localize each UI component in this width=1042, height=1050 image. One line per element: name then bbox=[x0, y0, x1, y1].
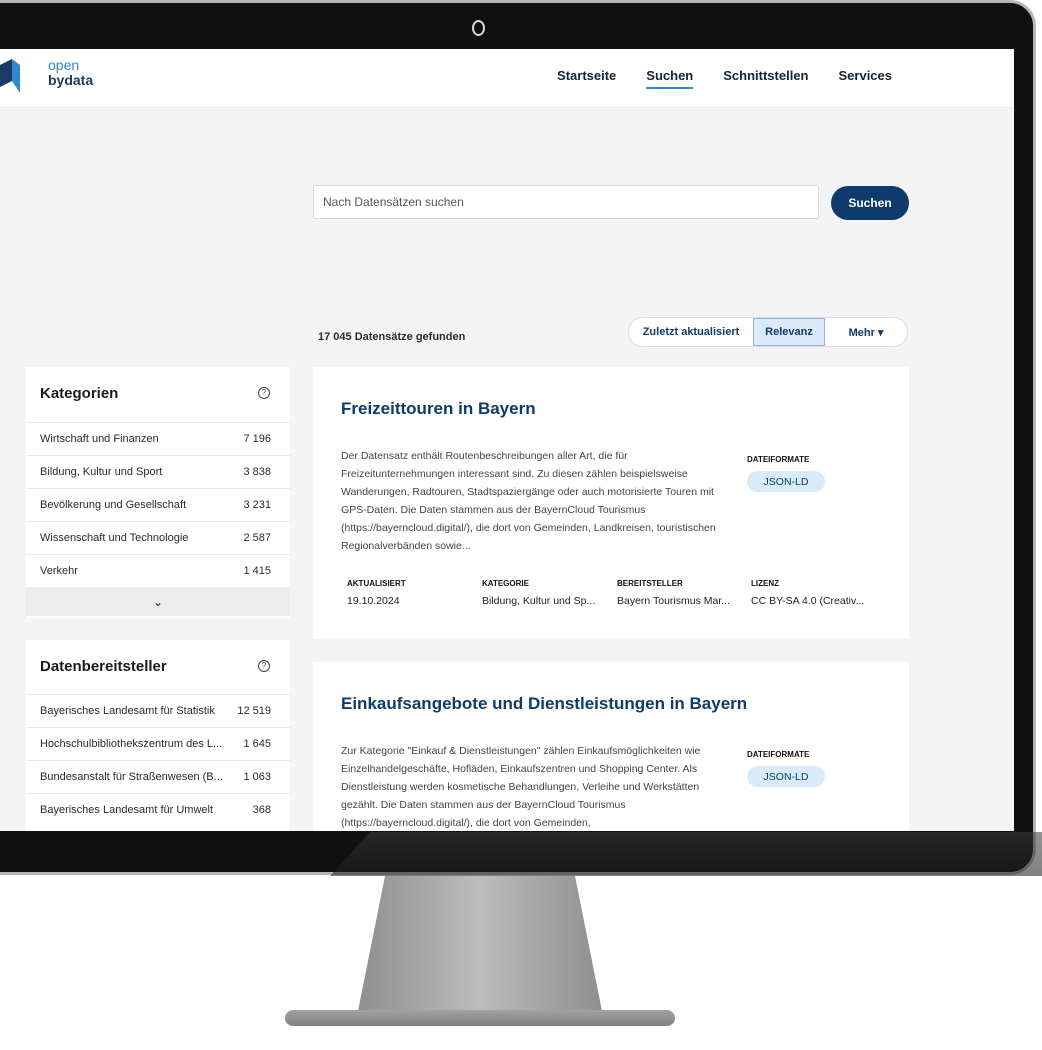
bezel-glare bbox=[330, 832, 1042, 876]
format-badge[interactable]: JSON-LD bbox=[747, 471, 825, 492]
list-item-label: Verkehr bbox=[40, 565, 78, 577]
providers-panel: Datenbereitsteller ? Bayerisches Landesa… bbox=[26, 640, 290, 831]
providers-title: Datenbereitsteller bbox=[40, 658, 167, 675]
categories-title: Kategorien bbox=[40, 385, 119, 402]
formats-label: DATEIFORMATE bbox=[747, 455, 810, 464]
list-item-label: Wirtschaft und Finanzen bbox=[40, 433, 159, 445]
list-item[interactable]: Wirtschaft und Finanzen 7 196 bbox=[26, 422, 290, 455]
list-item-label: Wissenschaft und Technologie bbox=[40, 532, 189, 544]
list-item[interactable]: Hochschulbibliothekszentrum des L... 1 6… bbox=[26, 727, 290, 760]
list-item-label: Bayerisches Landesamt für Umwelt bbox=[40, 804, 214, 816]
list-item[interactable]: Wissenschaft und Technologie 2 587 bbox=[26, 521, 290, 554]
list-item-count: 1 063 bbox=[243, 771, 271, 783]
logo-bottom: bydata bbox=[48, 72, 94, 88]
meta-provider-label: BEREITSTELLER bbox=[617, 579, 683, 588]
stand-neck bbox=[355, 876, 605, 1026]
categories-panel: Kategorien ? Wirtschaft und Finanzen 7 1… bbox=[26, 367, 290, 618]
camera-icon bbox=[472, 20, 485, 36]
list-item-label: Bildung, Kultur und Sport bbox=[40, 466, 163, 478]
result-title[interactable]: Freizeittouren in Bayern bbox=[341, 399, 536, 419]
nav-startseite[interactable]: Startseite bbox=[557, 68, 616, 89]
meta-updated-value: 19.10.2024 bbox=[347, 595, 400, 607]
sort-recent[interactable]: Zuletzt aktualisiert bbox=[629, 318, 753, 346]
site-header: open bydata Startseite Suchen Schnittste… bbox=[0, 49, 1014, 108]
expand-categories-button[interactable]: ⌄ bbox=[26, 587, 290, 616]
meta-license-label: LIZENZ bbox=[751, 579, 779, 588]
list-item[interactable]: Bildung, Kultur und Sport 3 838 bbox=[26, 455, 290, 488]
search-input[interactable] bbox=[313, 185, 819, 219]
list-item[interactable]: Bayerisches Landesamt für Umwelt 368 bbox=[26, 793, 290, 826]
result-description: Zur Kategorie "Einkauf & Dienstleistunge… bbox=[341, 745, 701, 829]
logo[interactable]: open bydata bbox=[48, 58, 93, 88]
list-item-count: 3 231 bbox=[243, 499, 271, 511]
help-icon[interactable]: ? bbox=[258, 660, 270, 672]
meta-updated-label: AKTUALISIERT bbox=[347, 579, 406, 588]
result-description: Der Datensatz enthält Routenbeschreibung… bbox=[341, 450, 716, 552]
list-item[interactable]: Bevölkerung und Gesellschaft 3 231 bbox=[26, 488, 290, 521]
list-item[interactable]: Bayerisches Landesamt für Statistik 12 5… bbox=[26, 694, 290, 727]
stand-base bbox=[285, 1010, 675, 1026]
list-item-label: Bundesanstalt für Straßenwesen (B... bbox=[40, 771, 223, 783]
bydata-logo-icon bbox=[0, 59, 20, 93]
sort-toggle: Zuletzt aktualisiert Relevanz Mehr ▾ bbox=[628, 317, 908, 347]
search-button[interactable]: Suchen bbox=[831, 186, 909, 220]
list-item-count: 2 587 bbox=[243, 532, 271, 544]
results-count: 17 045 Datensätze gefunden bbox=[318, 331, 466, 343]
chevron-down-icon: ⌄ bbox=[152, 594, 164, 609]
list-item-count: 12 519 bbox=[237, 705, 271, 717]
list-item-count: 368 bbox=[252, 804, 271, 816]
result-title[interactable]: Einkaufsangebote und Dienstleistungen in… bbox=[341, 694, 747, 714]
nav-schnittstellen[interactable]: Schnittstellen bbox=[723, 68, 808, 89]
list-item[interactable]: Bundesanstalt für Straßenwesen (B... 1 0… bbox=[26, 760, 290, 793]
formats-label: DATEIFORMATE bbox=[747, 750, 810, 759]
list-item-count: 1 645 bbox=[243, 738, 271, 750]
result-card[interactable]: Einkaufsangebote und Dienstleistungen in… bbox=[313, 662, 909, 831]
monitor-stand bbox=[285, 876, 675, 1036]
sort-more[interactable]: Mehr ▾ bbox=[825, 318, 907, 346]
providers-list: Bayerisches Landesamt für Statistik 12 5… bbox=[26, 694, 290, 826]
nav-suchen[interactable]: Suchen bbox=[646, 68, 694, 89]
list-item[interactable]: Verkehr 1 415 bbox=[26, 554, 290, 587]
list-item-label: Bayerisches Landesamt für Statistik bbox=[40, 705, 215, 717]
meta-category-label: KATEGORIE bbox=[482, 579, 529, 588]
list-item-label: Bevölkerung und Gesellschaft bbox=[40, 499, 187, 511]
sort-relevance[interactable]: Relevanz bbox=[753, 318, 825, 346]
result-card[interactable]: Freizeittouren in Bayern Der Datensatz e… bbox=[313, 367, 909, 639]
meta-license-value: CC BY-SA 4.0 (Creativ... bbox=[751, 595, 865, 607]
screen: open bydata Startseite Suchen Schnittste… bbox=[0, 49, 1014, 831]
nav-services[interactable]: Services bbox=[839, 68, 893, 89]
meta-category-value: Bildung, Kultur und Sp... bbox=[482, 595, 596, 607]
categories-list: Wirtschaft und Finanzen 7 196 Bildung, K… bbox=[26, 422, 290, 616]
list-item-label: Hochschulbibliothekszentrum des L... bbox=[40, 738, 223, 750]
logo-top: open bbox=[48, 57, 80, 73]
help-icon[interactable]: ? bbox=[258, 387, 270, 399]
main-nav: Startseite Suchen Schnittstellen Service… bbox=[557, 68, 892, 89]
list-item-count: 1 415 bbox=[243, 565, 271, 577]
list-item-count: 7 196 bbox=[243, 433, 271, 445]
format-badge[interactable]: JSON-LD bbox=[747, 766, 825, 787]
meta-provider-value: Bayern Tourismus Mar... bbox=[617, 595, 731, 607]
list-item-count: 3 838 bbox=[243, 466, 271, 478]
